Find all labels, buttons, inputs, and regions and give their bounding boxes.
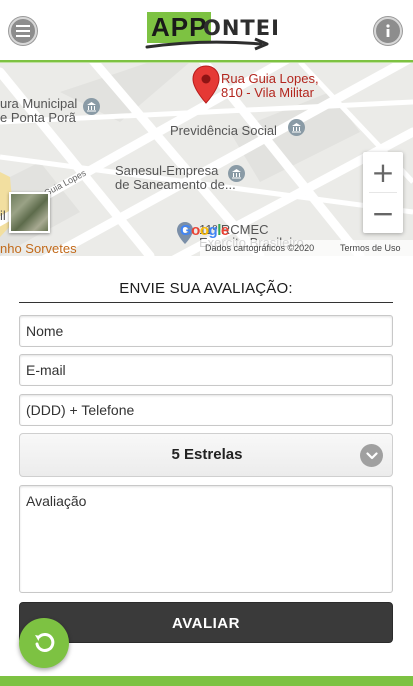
menu-button[interactable] [9, 17, 37, 45]
hamburger-menu-icon [16, 25, 30, 37]
submit-button[interactable]: AVALIAR [19, 602, 393, 643]
location-pin-icon[interactable] [192, 65, 220, 105]
refresh-icon [35, 632, 55, 652]
name-field[interactable] [19, 315, 393, 347]
poi-sanesul-line1: Sanesul-Empresa [115, 163, 219, 178]
poi-previdencia: Previdência Social [170, 123, 277, 138]
satellite-view-toggle[interactable] [9, 192, 50, 233]
rating-select-value: 5 Estrelas [171, 446, 243, 463]
rating-select[interactable]: 5 Estrelas [19, 433, 393, 477]
app-header: APP ONTEI [0, 0, 413, 62]
review-field[interactable] [19, 485, 393, 593]
footer-bar [0, 676, 413, 686]
title-divider [19, 302, 393, 303]
company-building-icon[interactable] [228, 165, 245, 182]
review-textarea[interactable] [20, 486, 392, 592]
google-logo: Google [180, 222, 229, 239]
poi-prefeitura-line2: e Ponta Porã [0, 110, 76, 125]
zoom-out-button[interactable]: − [363, 193, 403, 233]
government-building-icon[interactable] [288, 119, 305, 136]
map-attribution: Dados cartográficos ©2020 [205, 243, 315, 253]
phone-field[interactable] [19, 394, 393, 426]
name-input[interactable] [20, 316, 392, 346]
map-terms-link[interactable]: Termos de Uso [340, 240, 401, 256]
pin-address-line1: Rua Guia Lopes, [221, 71, 319, 86]
left-edge-label: il [0, 208, 6, 223]
phone-input[interactable] [20, 395, 392, 425]
info-button[interactable] [374, 17, 402, 45]
zoom-controls: + − [363, 152, 403, 233]
logo-arrow-icon [145, 37, 269, 51]
email-field[interactable] [19, 354, 393, 386]
zoom-in-button[interactable]: + [363, 152, 403, 192]
pin-address-line2: 810 - Vila Militar [221, 85, 314, 100]
app-logo: APP ONTEI [143, 9, 279, 53]
poi-sorvetes: nho Sorvetes [0, 241, 77, 256]
poi-prefeitura-line1: ura Municipal [0, 96, 78, 111]
map-attribution-bar: Dados cartográficos ©2020 Termos de Uso [200, 240, 413, 256]
poi-sanesul-line2: de Saneamento de... [115, 177, 236, 192]
chevron-down-icon [360, 444, 383, 467]
refresh-button[interactable] [19, 618, 69, 668]
museum-icon[interactable] [83, 98, 100, 115]
form-title: ENVIE SUA AVALIAÇÃO: [119, 280, 293, 297]
email-input[interactable] [20, 355, 392, 385]
location-map[interactable]: Rua Guia Lopes, 810 - Vila Militar ura M… [0, 62, 413, 256]
info-icon [386, 24, 390, 37]
